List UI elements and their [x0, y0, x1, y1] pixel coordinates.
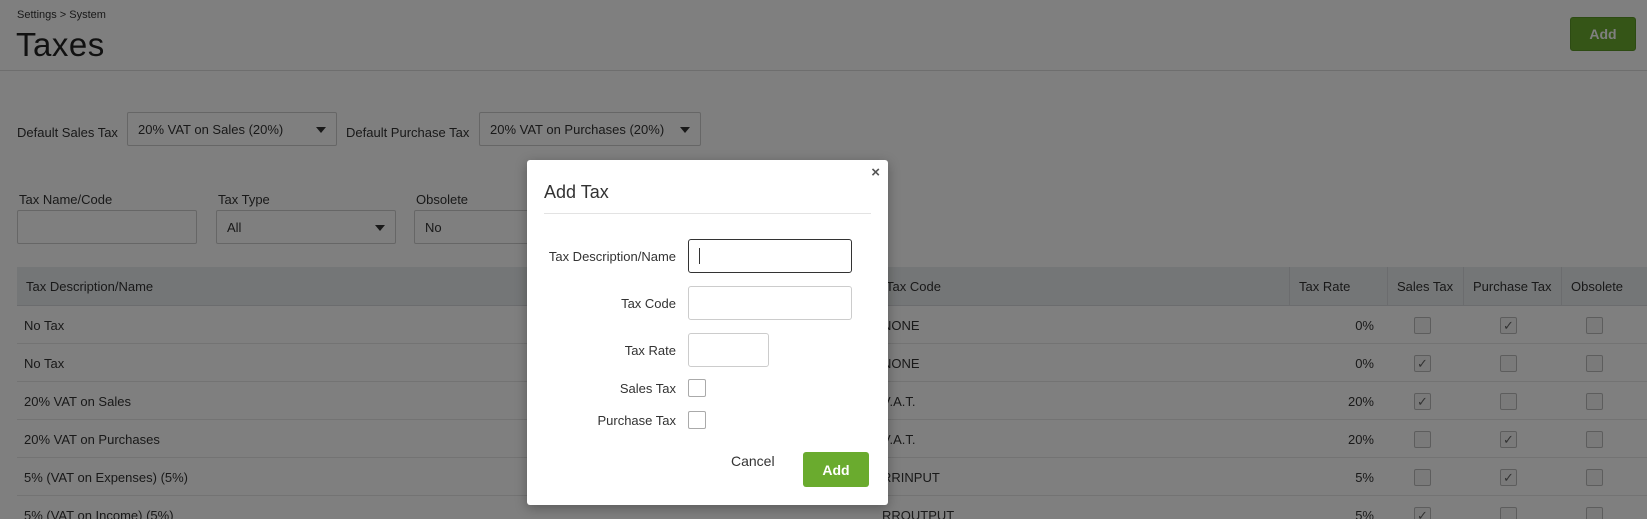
sales-tax-label: Sales Tax [619, 381, 676, 396]
purchase-tax-label: Purchase Tax [597, 413, 676, 428]
tax-rate-label: Tax Rate [624, 343, 676, 358]
close-icon[interactable]: × [871, 164, 880, 181]
tax-code-label: Tax Code [621, 296, 676, 311]
purchase-tax-checkbox[interactable] [688, 411, 706, 429]
tax-description-input[interactable] [688, 239, 852, 273]
tax-description-label: Tax Description/Name [548, 249, 676, 264]
text-cursor [699, 248, 700, 264]
cancel-button[interactable]: Cancel [731, 453, 775, 469]
tax-rate-input[interactable] [688, 333, 769, 367]
dialog-divider [544, 213, 871, 214]
tax-code-input[interactable] [688, 286, 852, 320]
sales-tax-checkbox[interactable] [688, 379, 706, 397]
dialog-title: Add Tax [544, 182, 609, 202]
dialog-add-button[interactable]: Add [803, 452, 869, 487]
add-tax-dialog: × Add Tax Tax Description/Name Tax Code … [527, 160, 888, 505]
